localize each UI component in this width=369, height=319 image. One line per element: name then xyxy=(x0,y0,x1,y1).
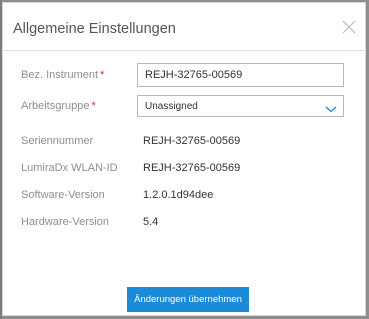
serial-number-label: Seriennummer xyxy=(21,135,94,147)
required-marker: * xyxy=(91,100,96,112)
chevron-down-icon xyxy=(325,101,337,119)
close-icon[interactable] xyxy=(341,19,357,35)
required-marker: * xyxy=(100,69,105,81)
instrument-name-label: Bez. Instrument * xyxy=(21,69,105,81)
serial-number-row: Seriennummer REJH-32765-00569 xyxy=(3,129,365,155)
hardware-version-value: 5.4 xyxy=(143,216,159,228)
workgroup-select[interactable]: Unassigned xyxy=(137,95,344,117)
serial-number-value: REJH-32765-00569 xyxy=(143,135,241,147)
settings-dialog: Allgemeine Einstellungen Bez. Instrument… xyxy=(2,2,366,316)
software-version-label: Software-Version xyxy=(21,189,105,201)
workgroup-selected-value: Unassigned xyxy=(145,101,198,112)
instrument-name-row: Bez. Instrument * xyxy=(3,63,365,89)
apply-changes-button[interactable]: Änderungen übernehmen xyxy=(127,287,249,312)
hardware-version-row: Hardware-Version 5.4 xyxy=(3,210,365,236)
software-version-value: 1.2.0.1d94dee xyxy=(143,189,214,201)
workgroup-label: Arbeitsgruppe * xyxy=(21,100,96,112)
software-version-row: Software-Version 1.2.0.1d94dee xyxy=(3,183,365,209)
wlan-id-row: LumiraDx WLAN-ID REJH-32765-00569 xyxy=(3,156,365,182)
workgroup-row: Arbeitsgruppe * Unassigned xyxy=(3,95,365,121)
instrument-name-input[interactable] xyxy=(137,63,344,87)
dialog-header: Allgemeine Einstellungen xyxy=(3,3,365,51)
dialog-title: Allgemeine Einstellungen xyxy=(13,21,176,37)
wlan-id-value: REJH-32765-00569 xyxy=(143,162,241,174)
hardware-version-label: Hardware-Version xyxy=(21,216,110,228)
wlan-id-label: LumiraDx WLAN-ID xyxy=(21,162,118,174)
